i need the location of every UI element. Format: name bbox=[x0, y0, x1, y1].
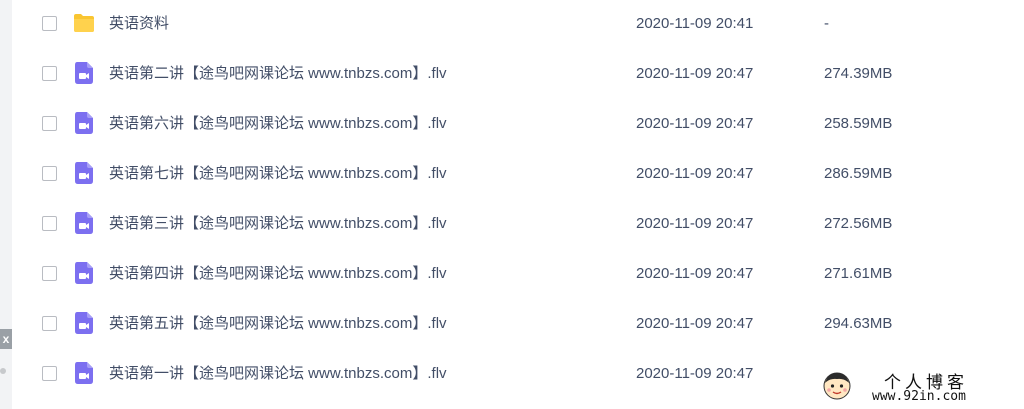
row-checkbox[interactable] bbox=[42, 366, 57, 381]
row-checkbox[interactable] bbox=[42, 266, 57, 281]
video-file-icon bbox=[75, 62, 93, 84]
file-browser-page: x 英语资料 2020-11-09 20:41 - 英语第二讲【途鸟吧网课论坛 … bbox=[0, 0, 1024, 409]
file-row[interactable]: 英语第四讲【途鸟吧网课论坛 www.tnbzs.com】.flv 2020-11… bbox=[12, 250, 1024, 300]
file-name[interactable]: 英语第二讲【途鸟吧网课论坛 www.tnbzs.com】.flv bbox=[109, 50, 447, 98]
file-name[interactable]: 英语第一讲【途鸟吧网课论坛 www.tnbzs.com】.flv bbox=[109, 350, 447, 398]
video-file-icon bbox=[75, 212, 93, 234]
file-row[interactable]: 英语第五讲【途鸟吧网课论坛 www.tnbzs.com】.flv 2020-11… bbox=[12, 300, 1024, 350]
file-size: 272.56MB bbox=[824, 215, 893, 232]
blog-watermark: 个人博客 www.92in.com bbox=[806, 367, 1024, 409]
file-list: 英语资料 2020-11-09 20:41 - 英语第二讲【途鸟吧网课论坛 ww… bbox=[12, 0, 1024, 409]
floating-handle[interactable] bbox=[0, 368, 6, 374]
row-checkbox[interactable] bbox=[42, 16, 57, 31]
file-size: 258.59MB bbox=[824, 115, 893, 132]
file-modified-date: 2020-11-09 20:47 bbox=[636, 165, 754, 182]
file-modified-date: 2020-11-09 20:47 bbox=[636, 65, 754, 82]
file-modified-date: 2020-11-09 20:47 bbox=[636, 265, 754, 282]
watermark-url: www.92in.com bbox=[872, 389, 966, 404]
file-row[interactable]: 英语第二讲【途鸟吧网课论坛 www.tnbzs.com】.flv 2020-11… bbox=[12, 50, 1024, 100]
row-checkbox[interactable] bbox=[42, 166, 57, 181]
file-row[interactable]: 英语资料 2020-11-09 20:41 - bbox=[12, 0, 1024, 50]
file-row[interactable]: 英语第三讲【途鸟吧网课论坛 www.tnbzs.com】.flv 2020-11… bbox=[12, 200, 1024, 250]
file-size: 274.39MB bbox=[824, 65, 893, 82]
row-checkbox[interactable] bbox=[42, 216, 57, 231]
file-name[interactable]: 英语第七讲【途鸟吧网课论坛 www.tnbzs.com】.flv bbox=[109, 150, 447, 198]
file-name[interactable]: 英语资料 bbox=[109, 0, 169, 48]
row-checkbox[interactable] bbox=[42, 66, 57, 81]
folder-icon bbox=[74, 14, 94, 32]
file-size: 294.63MB bbox=[824, 315, 893, 332]
video-file-icon bbox=[75, 162, 93, 184]
file-size: 286.59MB bbox=[824, 165, 893, 182]
file-row[interactable]: 英语第六讲【途鸟吧网课论坛 www.tnbzs.com】.flv 2020-11… bbox=[12, 100, 1024, 150]
file-size: 271.61MB bbox=[824, 265, 893, 282]
file-name[interactable]: 英语第三讲【途鸟吧网课论坛 www.tnbzs.com】.flv bbox=[109, 200, 447, 248]
file-modified-date: 2020-11-09 20:47 bbox=[636, 365, 754, 382]
video-file-icon bbox=[75, 362, 93, 384]
file-name[interactable]: 英语第四讲【途鸟吧网课论坛 www.tnbzs.com】.flv bbox=[109, 250, 447, 298]
file-name[interactable]: 英语第五讲【途鸟吧网课论坛 www.tnbzs.com】.flv bbox=[109, 300, 447, 348]
row-checkbox[interactable] bbox=[42, 316, 57, 331]
cartoon-avatar-icon bbox=[823, 372, 851, 400]
file-modified-date: 2020-11-09 20:47 bbox=[636, 215, 754, 232]
file-modified-date: 2020-11-09 20:41 bbox=[636, 15, 754, 32]
file-modified-date: 2020-11-09 20:47 bbox=[636, 115, 754, 132]
row-checkbox[interactable] bbox=[42, 116, 57, 131]
video-file-icon bbox=[75, 262, 93, 284]
file-row[interactable]: 英语第七讲【途鸟吧网课论坛 www.tnbzs.com】.flv 2020-11… bbox=[12, 150, 1024, 200]
file-name[interactable]: 英语第六讲【途鸟吧网课论坛 www.tnbzs.com】.flv bbox=[109, 100, 447, 148]
file-size: - bbox=[824, 15, 829, 32]
video-file-icon bbox=[75, 112, 93, 134]
file-modified-date: 2020-11-09 20:47 bbox=[636, 315, 754, 332]
video-file-icon bbox=[75, 312, 93, 334]
floating-close-button[interactable]: x bbox=[0, 329, 12, 349]
